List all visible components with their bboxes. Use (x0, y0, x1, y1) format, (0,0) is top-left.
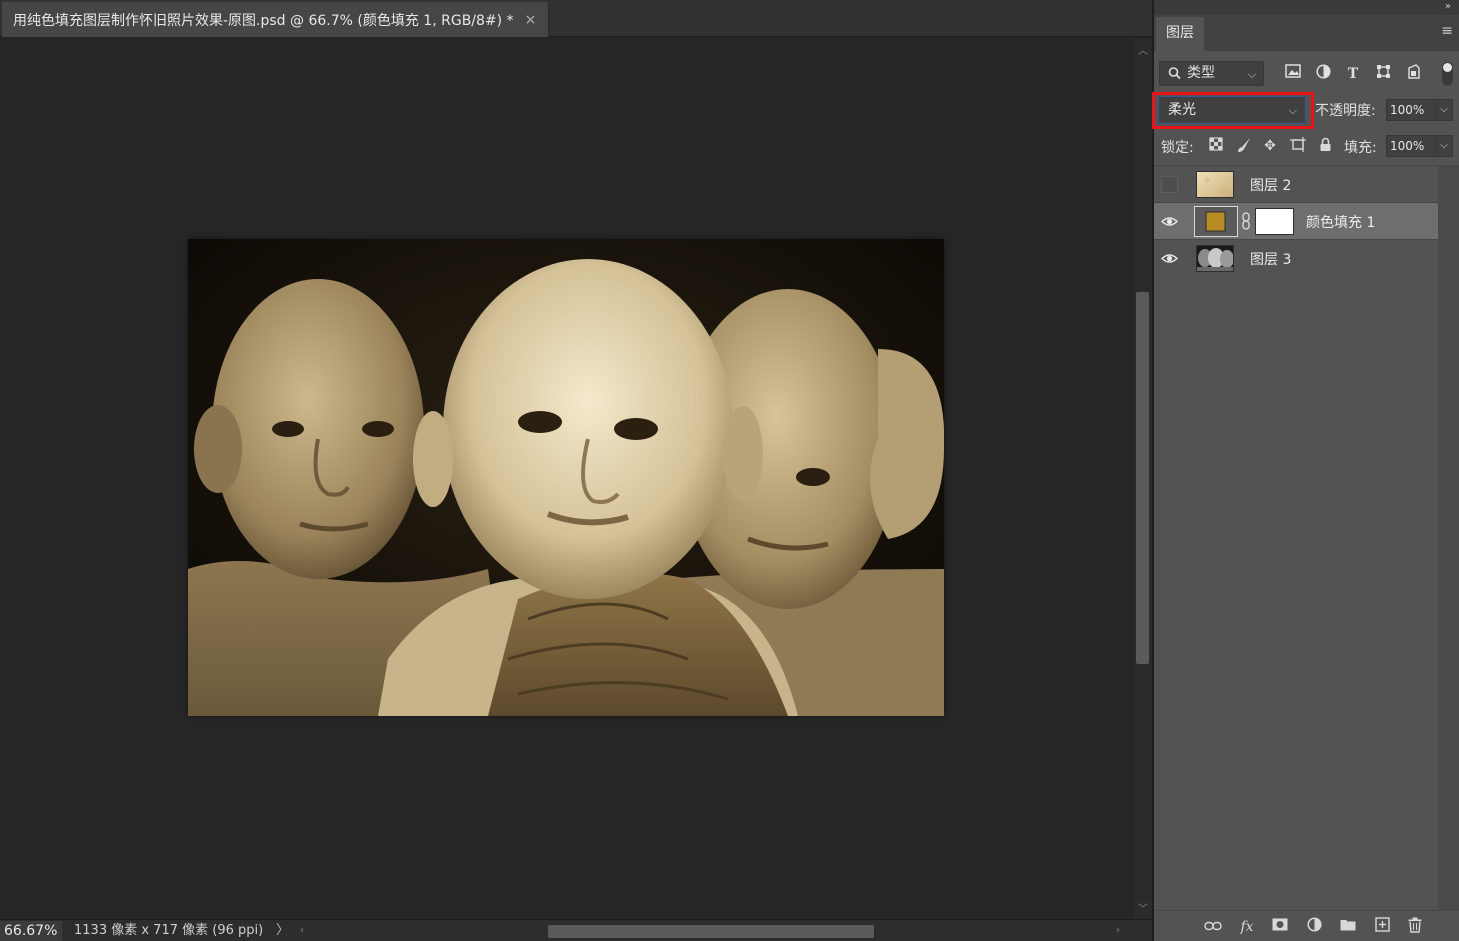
new-group-folder-icon[interactable] (1337, 917, 1359, 937)
scroll-up-icon[interactable]: ︿ (1133, 42, 1153, 57)
lock-transparent-pixels-icon[interactable] (1207, 137, 1225, 155)
layer-row-layer-2[interactable]: 图层 2 (1154, 165, 1438, 202)
link-layers-icon[interactable] (1202, 917, 1224, 937)
fill-color-thumbnail[interactable] (1194, 206, 1238, 237)
filter-kind-label: 类型 (1187, 65, 1215, 81)
add-mask-icon[interactable] (1269, 917, 1291, 937)
document-tab[interactable]: 用纯色填充图层制作怀旧照片效果-原图.psd @ 66.7% (颜色填充 1, … (2, 2, 549, 37)
delete-layer-trash-icon[interactable] (1404, 917, 1426, 937)
layer-name[interactable]: 颜色填充 1 (1306, 212, 1375, 232)
fill-dropdown-icon[interactable]: ⌵ (1436, 135, 1453, 157)
lock-all-icon[interactable] (1316, 137, 1334, 155)
canvas-area[interactable] (0, 38, 1132, 919)
document-image[interactable] (188, 239, 944, 716)
opacity-input[interactable]: 100% (1386, 99, 1436, 121)
layers-panel: » 图层 ≡ 类型 ⌵ T 柔光 ⌵ 不透明度: 100% ⌵ 锁定: ✥ 填充… (1152, 0, 1459, 941)
smart-object-filter-icon[interactable] (1404, 64, 1424, 84)
fill-input[interactable]: 100% (1386, 135, 1436, 157)
shape-filter-icon[interactable] (1373, 64, 1393, 84)
eye-icon[interactable] (1161, 250, 1178, 267)
lock-label: 锁定: (1161, 140, 1194, 156)
blend-mode-value: 柔光 (1168, 102, 1196, 118)
lock-fill-row: 锁定: ✥ 填充: 100% ⌵ (1154, 131, 1459, 161)
layer-thumbnail-paper (1196, 171, 1234, 198)
sepia-photo-illustration (188, 239, 944, 716)
filter-kind-select[interactable]: 类型 ⌵ (1159, 61, 1264, 86)
canvas-vertical-scrollbar[interactable]: ︿ ﹀ (1132, 38, 1152, 919)
blend-opacity-row: 柔光 ⌵ 不透明度: 100% ⌵ (1152, 92, 1459, 129)
adjustment-filter-icon[interactable] (1313, 64, 1333, 84)
new-adjustment-layer-icon[interactable] (1303, 917, 1325, 937)
document-size-info: 1133 像素 x 717 像素 (96 ppi) (74, 923, 264, 938)
panel-top-bar: » (1154, 0, 1459, 15)
mask-link-icon[interactable] (1241, 212, 1251, 234)
layer-thumbnail-photo (1196, 245, 1234, 272)
collapse-panels-icon[interactable]: » (1445, 0, 1451, 13)
opacity-label: 不透明度: (1315, 103, 1376, 119)
document-tab-bar: 用纯色填充图层制作怀旧照片效果-原图.psd @ 66.7% (颜色填充 1, … (0, 0, 1152, 37)
zoom-level-field[interactable]: 66.67% (0, 921, 62, 941)
chevron-down-icon: ⌵ (1247, 68, 1256, 81)
layer-name[interactable]: 图层 2 (1250, 175, 1291, 195)
opacity-dropdown-icon[interactable]: ⌵ (1436, 99, 1453, 121)
vertical-scroll-thumb[interactable] (1136, 292, 1149, 664)
status-bar: 66.67% 1133 像素 x 717 像素 (96 ppi) 〉 ‹ › (0, 919, 1152, 941)
search-icon (1168, 62, 1181, 92)
scroll-right-icon[interactable]: › (1116, 921, 1120, 941)
new-layer-icon[interactable] (1371, 917, 1393, 937)
panel-tab-strip: 图层 ≡ (1154, 15, 1459, 51)
scroll-left-icon[interactable]: ‹ (300, 921, 304, 941)
image-filter-icon[interactable] (1283, 64, 1303, 84)
layer-name[interactable]: 图层 3 (1250, 249, 1291, 269)
lock-artboard-icon[interactable] (1289, 137, 1307, 155)
tab-layers[interactable]: 图层 (1156, 17, 1204, 51)
close-tab-icon[interactable]: × (525, 12, 537, 28)
layers-panel-scrollbar[interactable] (1438, 165, 1459, 910)
panel-menu-icon[interactable]: ≡ (1441, 23, 1453, 39)
layer-row-layer-3[interactable]: 图层 3 (1154, 239, 1438, 276)
layer-row-color-fill-1[interactable]: 颜色填充 1 (1154, 202, 1438, 239)
chevron-down-icon: ⌵ (1288, 104, 1297, 117)
layers-list: 图层 2 颜色填充 1 图层 3 (1154, 165, 1438, 276)
layer-style-fx-icon[interactable]: fx (1236, 917, 1258, 937)
blend-mode-select[interactable]: 柔光 ⌵ (1158, 96, 1306, 124)
lock-position-icon[interactable]: ✥ (1261, 137, 1279, 155)
visibility-toggle-empty[interactable] (1161, 176, 1178, 193)
layers-panel-footer: fx (1154, 910, 1459, 941)
layer-mask-thumbnail[interactable] (1255, 208, 1294, 235)
horizontal-scroll-thumb[interactable] (548, 925, 874, 938)
filter-toggle-switch[interactable] (1442, 62, 1453, 86)
fill-label: 填充: (1344, 140, 1377, 156)
lock-image-pixels-icon[interactable] (1235, 137, 1253, 155)
scroll-down-icon[interactable]: ﹀ (1133, 900, 1153, 915)
canvas-horizontal-scrollbar[interactable]: ‹ › (290, 921, 1132, 941)
layer-filter-row: 类型 ⌵ T (1154, 58, 1459, 90)
type-filter-icon[interactable]: T (1343, 64, 1363, 84)
status-menu-arrow-icon[interactable]: 〉 (276, 920, 289, 941)
eye-icon[interactable] (1161, 213, 1178, 230)
document-tab-title: 用纯色填充图层制作怀旧照片效果-原图.psd @ 66.7% (颜色填充 1, … (13, 12, 514, 29)
